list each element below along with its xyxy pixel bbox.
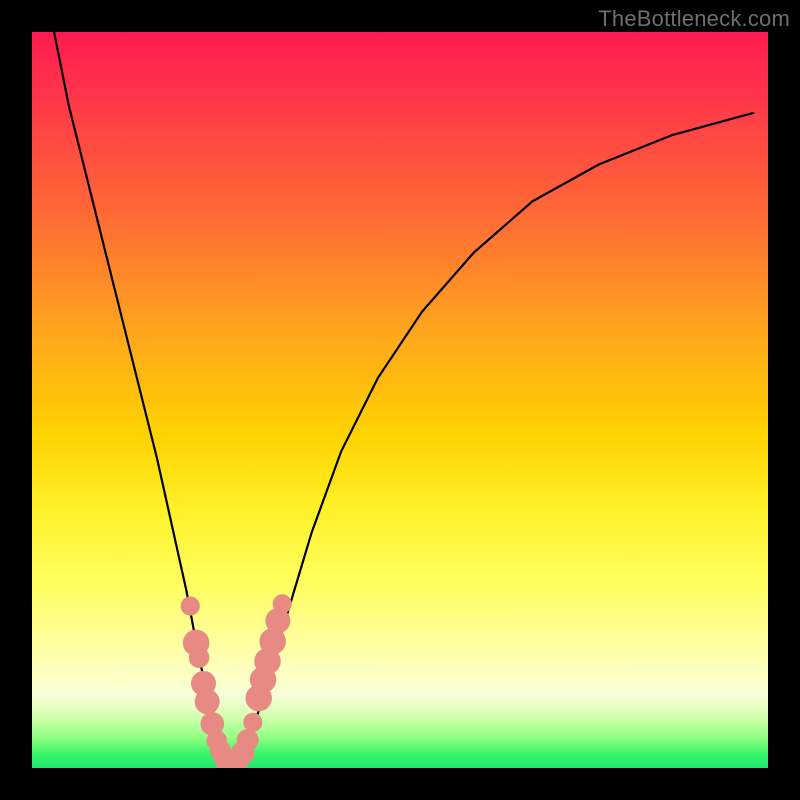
marker-point xyxy=(273,594,292,613)
plot-area xyxy=(32,32,768,768)
marker-point xyxy=(189,647,210,668)
chart-frame: TheBottleneck.com xyxy=(0,0,800,800)
watermark-text: TheBottleneck.com xyxy=(598,6,790,32)
bottleneck-curve xyxy=(54,32,753,768)
marker-point xyxy=(243,713,262,732)
marker-group xyxy=(181,594,292,768)
chart-overlay xyxy=(32,32,768,768)
marker-point xyxy=(181,597,200,616)
marker-point xyxy=(195,689,220,714)
marker-point xyxy=(237,729,259,751)
